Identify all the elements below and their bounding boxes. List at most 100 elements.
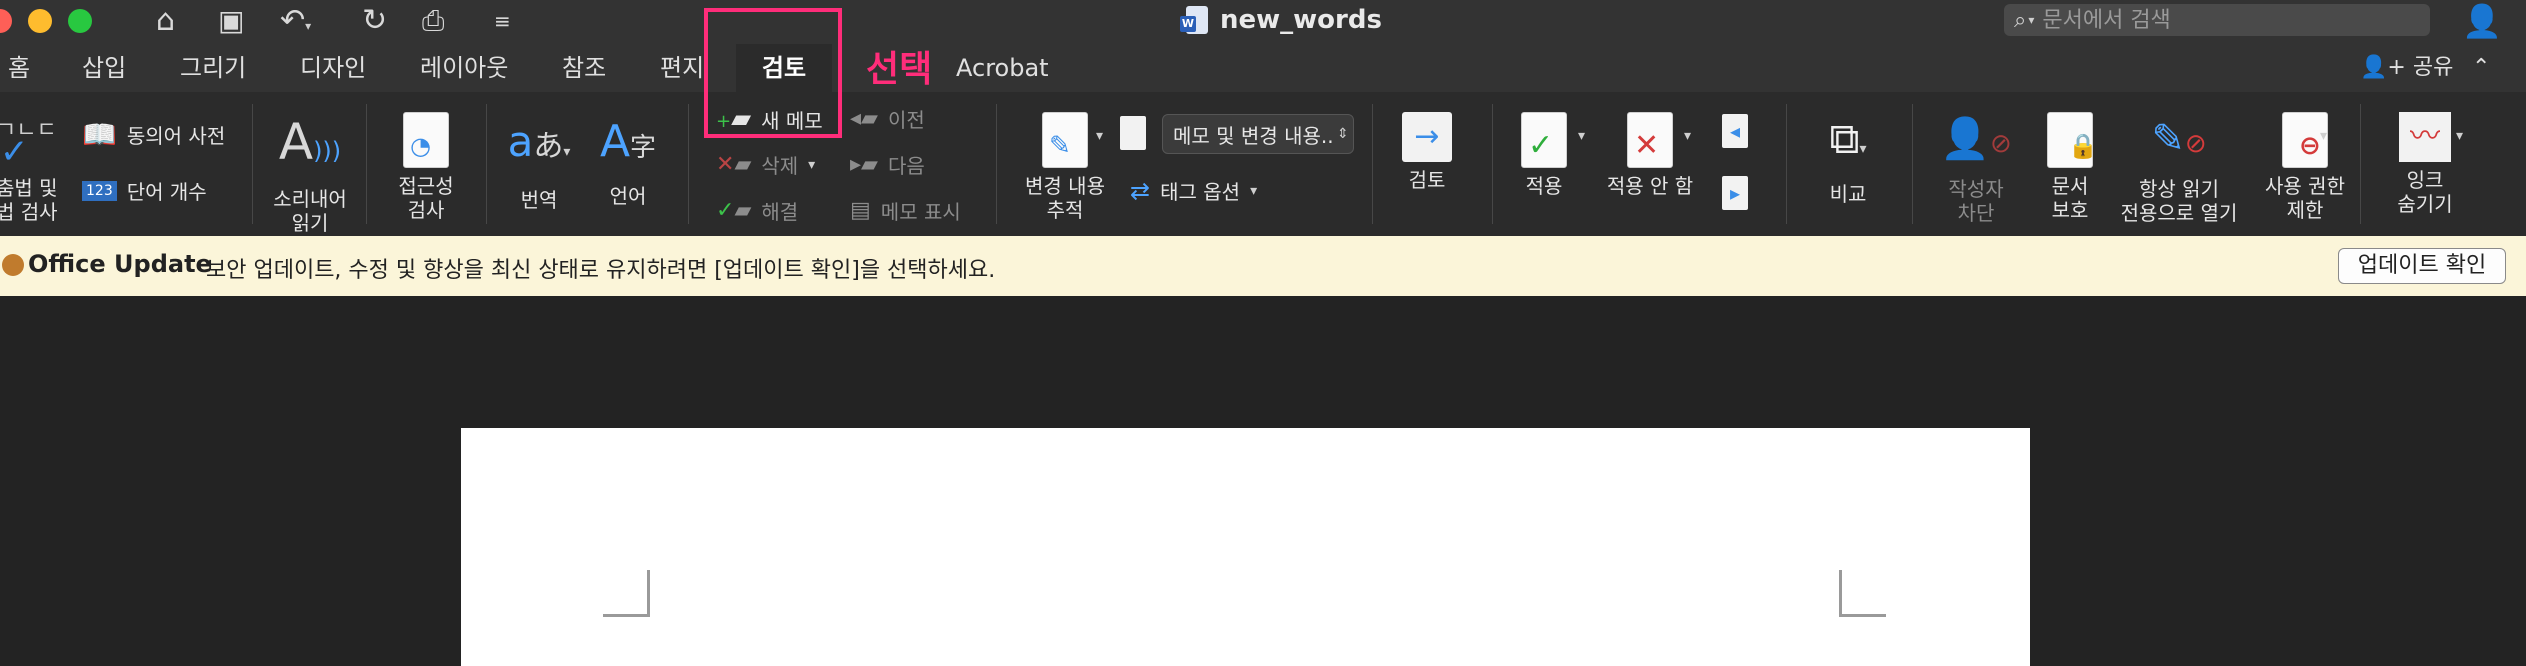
tab-layout[interactable]: 레이아웃 bbox=[420, 44, 508, 92]
accessibility-label: 접근성 검사 bbox=[398, 174, 454, 222]
share-label: 공유 bbox=[2412, 55, 2454, 80]
ribbon-separator bbox=[996, 104, 997, 224]
thesaurus-button[interactable]: 📖 동의어 사전 bbox=[82, 118, 225, 151]
word-count-button[interactable]: 123 단어 개수 bbox=[82, 176, 207, 205]
checkmark-icon: ✓ bbox=[0, 132, 29, 172]
resolve-comment-button[interactable]: ✓▰ 해결 bbox=[716, 196, 798, 225]
ribbon-separator bbox=[1372, 104, 1373, 224]
reject-label: 적용 안 함 bbox=[1606, 174, 1694, 198]
share-button[interactable]: 👤+ 공유 bbox=[2360, 44, 2453, 92]
ribbon-separator bbox=[1786, 104, 1787, 224]
delete-comment-label: 삭제 bbox=[761, 154, 799, 178]
add-person-icon: 👤+ bbox=[2360, 55, 2406, 80]
show-comments-icon: ▤ bbox=[850, 198, 871, 223]
home-icon[interactable]: ⌂ bbox=[156, 3, 175, 39]
chevron-down-icon: ▾ bbox=[1250, 182, 1258, 199]
reject-button[interactable]: ✕ 적용 안 함 bbox=[1600, 112, 1700, 198]
customize-toolbar-icon[interactable]: ≡ bbox=[494, 3, 511, 39]
close-window-button[interactable] bbox=[0, 9, 12, 33]
chevron-down-icon: ▾ bbox=[808, 156, 816, 173]
chevron-down-icon[interactable]: ▾ bbox=[2456, 128, 2463, 144]
readonly-pencil-icon: ✎⊘ bbox=[2151, 116, 2207, 162]
resolve-comment-label: 해결 bbox=[761, 200, 799, 224]
block-authors-button[interactable]: 👤⊘ 작성자 차단 bbox=[1930, 112, 2022, 225]
chevron-down-icon[interactable]: ▾ bbox=[1096, 128, 1103, 144]
accessibility-check-button[interactable]: ◔ 접근성 검사 bbox=[376, 112, 476, 222]
accept-icon: ✓ bbox=[1521, 112, 1567, 168]
search-icon: ⌕ bbox=[2014, 7, 2027, 33]
compare-icon: ⧉▾ bbox=[1829, 114, 1867, 163]
lock-icon: 🔒 bbox=[2047, 112, 2098, 168]
collapse-ribbon-icon[interactable]: ⌃ bbox=[2472, 44, 2490, 92]
review-pane-icon: → bbox=[1402, 112, 1452, 162]
tag-options-button[interactable]: ⇄ 태그 옵션 ▾ bbox=[1130, 176, 1257, 205]
protect-document-button[interactable]: 🔒 문서 보호 bbox=[2032, 112, 2108, 222]
chevron-down-icon[interactable]: ▾ bbox=[2320, 128, 2327, 144]
always-open-readonly-button[interactable]: ✎⊘ 항상 읽기 전용으로 열기 bbox=[2114, 112, 2244, 225]
delete-comment-button[interactable]: ✕▰ 삭제 ▾ bbox=[716, 150, 815, 179]
previous-comment-button[interactable]: ◂▰ 이전 bbox=[850, 104, 925, 133]
tag-options-label: 태그 옵션 bbox=[1160, 180, 1241, 204]
track-changes-label: 변경 내용 추적 bbox=[1025, 174, 1105, 222]
markup-document-icon bbox=[1120, 116, 1146, 150]
selection-highlight-box bbox=[704, 8, 842, 138]
reject-icon: ✕ bbox=[1627, 112, 1673, 168]
read-aloud-button[interactable]: A))) 소리내어 읽기 bbox=[262, 112, 358, 235]
translate-button[interactable]: aあ▾ 번역 bbox=[494, 112, 584, 212]
accept-button[interactable]: ✓ 적용 bbox=[1504, 112, 1584, 198]
protect-document-label: 문서 보호 bbox=[2051, 174, 2089, 222]
minimize-window-button[interactable] bbox=[28, 9, 52, 33]
search-input[interactable] bbox=[2040, 6, 2405, 34]
tab-design[interactable]: 디자인 bbox=[300, 44, 366, 92]
word-count-icon: 123 bbox=[82, 180, 117, 201]
tab-mailings[interactable]: 편지 bbox=[660, 44, 704, 92]
book-icon: 📖 bbox=[82, 118, 117, 151]
track-changes-button[interactable]: ✎ 변경 내용 추적 bbox=[1010, 112, 1120, 222]
translate-label: 번역 bbox=[520, 188, 558, 212]
block-authors-icon: 👤⊘ bbox=[1940, 116, 2012, 162]
account-icon[interactable]: 👤 bbox=[2462, 3, 2502, 39]
title-bar: ⌂ ▣ ↶▾ ↻ ⎙ ≡ W new_words ⌕ ▾ 👤 bbox=[0, 0, 2526, 44]
tab-draw[interactable]: 그리기 bbox=[180, 44, 246, 92]
print-icon[interactable]: ⎙ bbox=[422, 3, 444, 39]
tab-acrobat[interactable]: Acrobat bbox=[956, 44, 1049, 92]
chevron-down-icon[interactable]: ▾ bbox=[1684, 128, 1691, 144]
resolve-comment-icon: ✓▰ bbox=[716, 198, 752, 223]
ribbon-separator bbox=[252, 104, 253, 224]
ribbon-separator bbox=[366, 104, 367, 224]
search-box[interactable]: ⌕ ▾ bbox=[2004, 4, 2430, 36]
previous-change-icon[interactable]: ◂ bbox=[1722, 114, 1748, 148]
compare-button[interactable]: ⧉▾ 비교 bbox=[1808, 112, 1888, 206]
tab-insert[interactable]: 삽입 bbox=[82, 44, 126, 92]
redo-icon[interactable]: ↻ bbox=[362, 3, 387, 39]
next-comment-button[interactable]: ▸▰ 다음 bbox=[850, 150, 925, 179]
language-button[interactable]: A字 언어 bbox=[588, 112, 668, 208]
selection-annotation: 선택 bbox=[866, 49, 933, 90]
show-comments-label: 메모 표시 bbox=[880, 200, 961, 224]
language-globe-icon: A字 bbox=[599, 116, 657, 167]
office-update-bar: Office Update 보안 업데이트, 수정 및 향상을 최신 상태로 유… bbox=[0, 236, 2526, 297]
restrict-permission-button[interactable]: ⊖ 사용 권한 제한 bbox=[2250, 112, 2360, 222]
track-changes-icon: ✎ bbox=[1042, 112, 1088, 168]
next-change-icon[interactable]: ▸ bbox=[1722, 176, 1748, 210]
hide-ink-label: 잉크 숨기기 bbox=[2397, 168, 2453, 216]
undo-icon[interactable]: ↶▾ bbox=[280, 3, 311, 44]
update-bar-message: 보안 업데이트, 수정 및 향상을 최신 상태로 유지하려면 [업데이트 확인]… bbox=[206, 258, 996, 283]
translate-icon: aあ▾ bbox=[507, 117, 571, 166]
spelling-grammar-button[interactable]: 춤법 및 법 검사 bbox=[0, 176, 66, 224]
check-updates-button[interactable]: 업데이트 확인 bbox=[2338, 248, 2506, 284]
tag-options-icon: ⇄ bbox=[1130, 176, 1151, 205]
chevron-down-icon[interactable]: ▾ bbox=[1578, 128, 1585, 144]
document-page[interactable] bbox=[461, 428, 2030, 666]
review-pane-button[interactable]: → 검토 bbox=[1392, 112, 1462, 192]
margin-corner-mark bbox=[1839, 570, 1886, 617]
thesaurus-label: 동의어 사전 bbox=[126, 124, 226, 148]
tab-references[interactable]: 참조 bbox=[562, 44, 606, 92]
zoom-window-button[interactable] bbox=[68, 9, 92, 33]
markup-display-dropdown[interactable]: 메모 및 변경 내용... ⇕ bbox=[1162, 114, 1354, 154]
ink-icon: 〰 bbox=[2399, 112, 2451, 162]
show-comments-button[interactable]: ▤ 메모 표시 bbox=[850, 196, 961, 225]
margin-corner-mark bbox=[603, 570, 650, 617]
tab-home[interactable]: 홈 bbox=[8, 44, 30, 92]
save-icon[interactable]: ▣ bbox=[218, 3, 244, 39]
